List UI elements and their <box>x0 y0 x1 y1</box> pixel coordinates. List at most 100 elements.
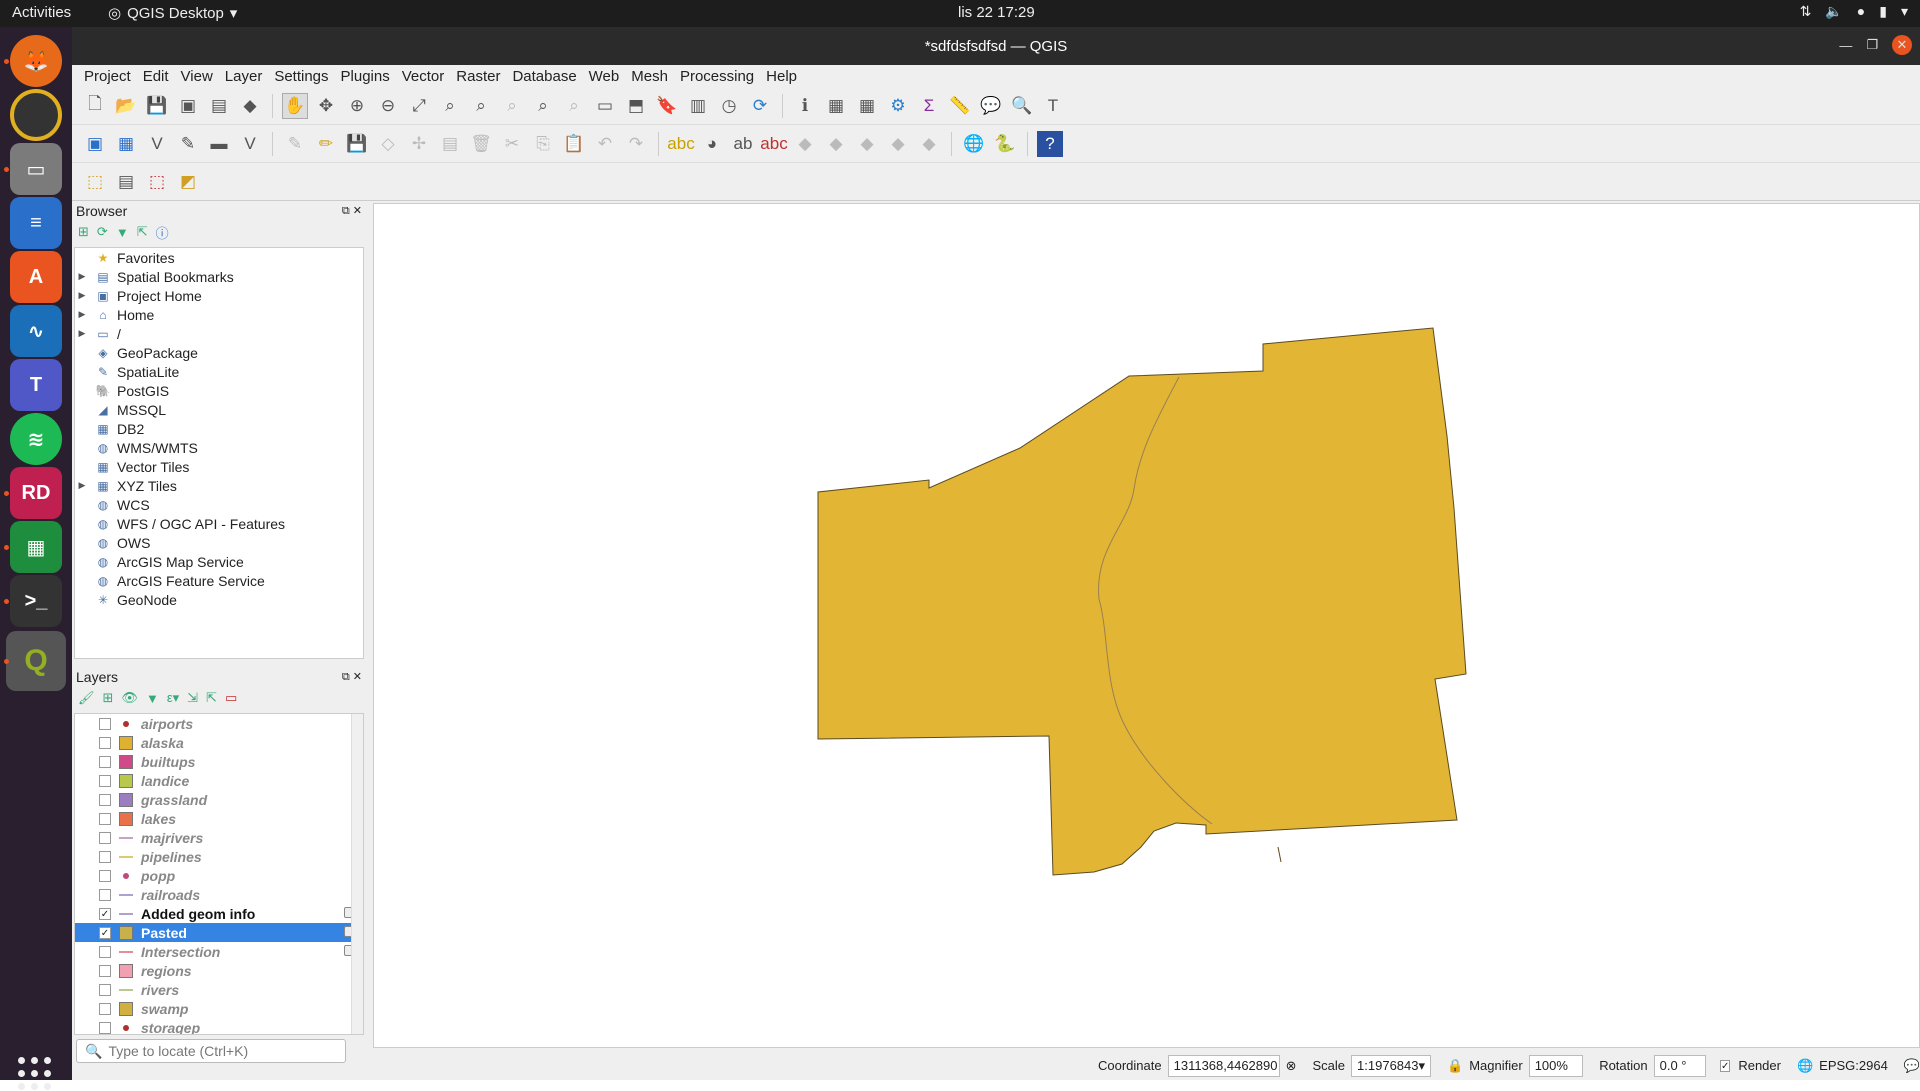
layer-styling-icon[interactable]: 🖌 <box>78 690 95 706</box>
layer-item-alaska[interactable]: alaska <box>75 733 363 752</box>
panel-close-icon[interactable]: ⧉ ✕ <box>342 204 362 218</box>
toggle-extents-icon[interactable]: ⊗ <box>1286 1058 1297 1074</box>
maximize-icon[interactable]: ❐ <box>1866 37 1878 53</box>
diagram-icon[interactable]: ◕ <box>699 131 725 157</box>
layer-visibility-checkbox[interactable] <box>99 850 111 863</box>
window-titlebar[interactable]: *sdfdsfsdfsd — QGIS — ❐ ✕ <box>72 27 1920 65</box>
browser-item-8[interactable]: ◢ MSSQL <box>75 400 363 419</box>
terminal-icon[interactable]: >_ <box>10 575 62 627</box>
layer-item-railroads[interactable]: railroads <box>75 885 363 904</box>
layer-item-storagep[interactable]: storagep <box>75 1018 363 1034</box>
pan-to-selection-icon[interactable]: ✥ <box>313 93 339 119</box>
layer-item-landice[interactable]: landice <box>75 771 363 790</box>
layers-scrollbar[interactable] <box>351 714 363 1034</box>
show-apps-icon[interactable] <box>18 1057 52 1091</box>
layer-visibility-checkbox[interactable] <box>99 1021 111 1034</box>
spotify-icon[interactable]: ≋ <box>10 413 62 465</box>
save-edits-icon[interactable]: 💾 <box>344 131 370 157</box>
zoom-full-icon[interactable]: ⤢ <box>406 93 432 119</box>
layer-visibility-checkbox[interactable] <box>99 1002 111 1015</box>
attribute-table-icon[interactable]: ▦ <box>823 93 849 119</box>
zoom-out-icon[interactable]: ⊖ <box>375 93 401 119</box>
menu-database[interactable]: Database <box>506 68 582 85</box>
map-tips-icon[interactable]: 💬 <box>978 93 1004 119</box>
menu-plugins[interactable]: Plugins <box>335 68 396 85</box>
new-geopackage-icon[interactable]: ▦ <box>113 131 139 157</box>
layer-item-pasted[interactable]: ✓ Pasted <box>75 923 363 942</box>
new-map-view-icon[interactable]: ▭ <box>592 93 618 119</box>
layer-visibility-checkbox[interactable] <box>99 793 111 806</box>
browser-item-3[interactable]: ▶ ⌂ Home <box>75 305 363 324</box>
deselect-icon[interactable]: ⬚ <box>144 169 170 195</box>
zoom-in-icon[interactable]: ⊕ <box>344 93 370 119</box>
layer-item-builtups[interactable]: builtups <box>75 752 363 771</box>
zoom-selection-icon[interactable]: ⌕ <box>437 93 463 119</box>
vertex-tool-icon[interactable]: ✢ <box>406 131 432 157</box>
remove-layer-icon[interactable]: ▭ <box>225 690 237 706</box>
menu-settings[interactable]: Settings <box>268 68 334 85</box>
locator-bar[interactable]: 🔍 Type to locate (Ctrl+K) <box>76 1039 346 1063</box>
browser-item-7[interactable]: 🐘 PostGIS <box>75 381 363 400</box>
menu-view[interactable]: View <box>175 68 219 85</box>
battery-icon[interactable]: ▮ <box>1879 3 1887 20</box>
statistics-icon[interactable]: Σ <box>916 93 942 119</box>
menu-vector[interactable]: Vector <box>396 68 451 85</box>
refresh-icon[interactable]: ⟳ <box>747 93 773 119</box>
expand-arrow-icon[interactable]: ▶ <box>75 480 89 491</box>
filter-expression-icon[interactable]: ε▾ <box>167 690 179 706</box>
browser-item-9[interactable]: ▦ DB2 <box>75 419 363 438</box>
layer-item-majrivers[interactable]: majrivers <box>75 828 363 847</box>
layer-item-regions[interactable]: regions <box>75 961 363 980</box>
clock[interactable]: lis 22 17:29 <box>958 4 1035 21</box>
browser-item-11[interactable]: ▦ Vector Tiles <box>75 457 363 476</box>
firefox-icon[interactable]: 🦊 <box>10 35 62 87</box>
menu-web[interactable]: Web <box>583 68 626 85</box>
layer-visibility-checkbox[interactable] <box>99 812 111 825</box>
collapse-all-icon[interactable]: ⇱ <box>137 224 148 240</box>
paste-icon[interactable]: 📋 <box>561 131 587 157</box>
lock-icon[interactable]: 🔒 <box>1447 1058 1463 1074</box>
menu-processing[interactable]: Processing <box>674 68 760 85</box>
style-manager-icon[interactable]: ◆ <box>237 93 263 119</box>
redo-icon[interactable]: ↷ <box>623 131 649 157</box>
layer-item-pipelines[interactable]: pipelines <box>75 847 363 866</box>
app-menu[interactable]: ◎ QGIS Desktop ▾ <box>108 4 237 23</box>
add-selected-icon[interactable]: ⊞ <box>78 224 89 240</box>
layout-manager-icon[interactable]: ▤ <box>206 93 232 119</box>
browser-item-6[interactable]: ✎ SpatiaLite <box>75 362 363 381</box>
menu-mesh[interactable]: Mesh <box>625 68 674 85</box>
change-label-icon[interactable]: ◆ <box>916 131 942 157</box>
new-3d-view-icon[interactable]: ⬒ <box>623 93 649 119</box>
new-project-icon[interactable]: 🗋 <box>82 93 108 119</box>
layer-item-swamp[interactable]: swamp <box>75 999 363 1018</box>
new-layout-icon[interactable]: ▣ <box>175 93 201 119</box>
manage-visibility-icon[interactable]: 👁 <box>121 690 138 706</box>
add-feature-icon[interactable]: ◇ <box>375 131 401 157</box>
current-edits-icon[interactable]: ✎ <box>282 131 308 157</box>
layer-visibility-checkbox[interactable]: ✓ <box>99 907 111 920</box>
delete-selected-icon[interactable]: 🗑 <box>468 131 494 157</box>
text-annotation-icon[interactable]: T <box>1040 93 1066 119</box>
browser-item-10[interactable]: ◍ WMS/WMTS <box>75 438 363 457</box>
cut-icon[interactable]: ✂ <box>499 131 525 157</box>
scale-combo[interactable]: 1:1976843 ▾ <box>1351 1054 1432 1077</box>
zoom-layer-icon[interactable]: ⌕ <box>468 93 494 119</box>
layer-visibility-checkbox[interactable] <box>99 831 111 844</box>
software-icon[interactable]: A <box>10 251 62 303</box>
browser-item-5[interactable]: ◈ GeoPackage <box>75 343 363 362</box>
browser-item-4[interactable]: ▶ ▭ / <box>75 324 363 343</box>
network-icon[interactable]: ⇅ <box>1800 3 1812 20</box>
copy-icon[interactable]: ⎘ <box>530 131 556 157</box>
map-svg[interactable] <box>374 204 1919 1047</box>
new-temp-layer-icon[interactable]: ▬ <box>206 131 232 157</box>
show-bookmarks-icon[interactable]: ▥ <box>685 93 711 119</box>
modify-attributes-icon[interactable]: ▤ <box>437 131 463 157</box>
metasearch-icon[interactable]: 🌐 <box>961 131 987 157</box>
qgis-icon[interactable]: Q <box>6 631 66 691</box>
pin-labels-icon[interactable]: ◆ <box>792 131 818 157</box>
browser-item-18[interactable]: ✳ GeoNode <box>75 590 363 609</box>
messages-icon[interactable]: 💬 <box>1904 1058 1920 1074</box>
browser-item-16[interactable]: ◍ ArcGIS Map Service <box>75 552 363 571</box>
locate-icon[interactable]: 🔍 <box>1009 93 1035 119</box>
select-features-icon[interactable]: ⬚ <box>82 169 108 195</box>
